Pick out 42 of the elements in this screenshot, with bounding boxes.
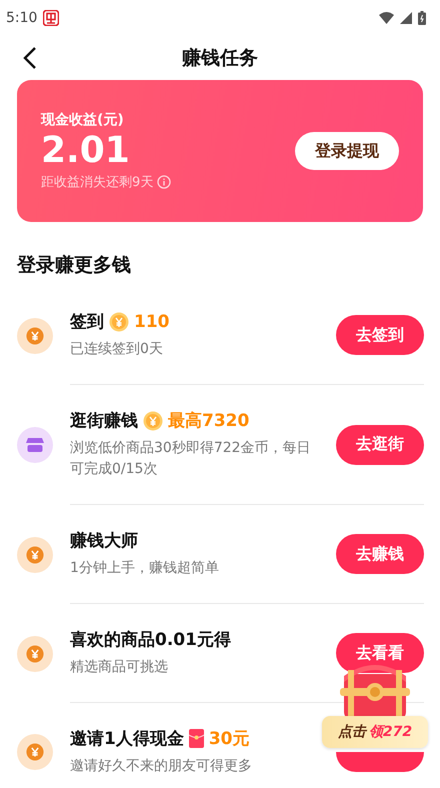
task-reward: 最高7320 <box>168 410 250 432</box>
task-description: 已连续签到0天 <box>70 340 164 359</box>
info-icon[interactable] <box>157 175 172 189</box>
coin-icon <box>109 312 129 332</box>
expiry-text: 距收益消失还剩9天 <box>41 174 154 191</box>
section-title: 登录赚更多钱 <box>17 253 132 278</box>
yen-icon <box>26 546 44 564</box>
task-reward: 30元 <box>208 728 250 750</box>
claim-badge[interactable]: 点击 领272 <box>322 716 428 748</box>
claim-label: 点击 <box>338 723 366 741</box>
task-button[interactable]: 去看看 <box>336 633 424 673</box>
claim-amount: 领272 <box>368 723 412 741</box>
battery-icon <box>418 11 426 25</box>
task-button[interactable]: 去赚钱 <box>336 534 424 574</box>
task-description: 精选商品可挑选 <box>70 658 169 677</box>
page-title: 赚钱任务 <box>182 46 258 71</box>
task-button[interactable]: 去签到 <box>336 315 424 355</box>
earnings-amount: 2.01 <box>41 129 131 173</box>
coin-icon <box>143 410 163 430</box>
task-reward: 110 <box>134 312 170 332</box>
app-notification-icon <box>43 10 60 26</box>
yen-icon <box>26 644 44 662</box>
shop-icon <box>26 437 44 453</box>
task-title: 邀请1人得现金 <box>70 728 184 750</box>
wifi-icon <box>379 12 394 24</box>
task-button[interactable]: 去逛街 <box>336 424 424 464</box>
task-description: 邀请好久不来的朋友可得更多 <box>70 757 253 776</box>
task-button[interactable] <box>336 752 424 772</box>
task-description: 1分钟上手，赚钱超简单 <box>70 559 220 578</box>
yen-icon <box>26 326 44 344</box>
task-description: 浏览低价商品30秒即得722金币，每日可完成0/15次 <box>70 439 312 479</box>
task-title: 赚钱大师 <box>70 530 138 552</box>
task-title: 签到 <box>70 311 104 333</box>
withdraw-button[interactable]: 登录提现 <box>295 132 399 170</box>
back-icon <box>23 46 37 70</box>
task-title: 逛街赚钱 <box>70 410 138 432</box>
task-title: 喜欢的商品0.01元得 <box>70 629 231 651</box>
earnings-label: 现金收益(元) <box>41 111 125 129</box>
envelope-icon <box>188 729 204 748</box>
signal-icon <box>400 12 412 24</box>
yen-icon <box>26 743 44 761</box>
status-time: 5:10 <box>6 10 38 26</box>
